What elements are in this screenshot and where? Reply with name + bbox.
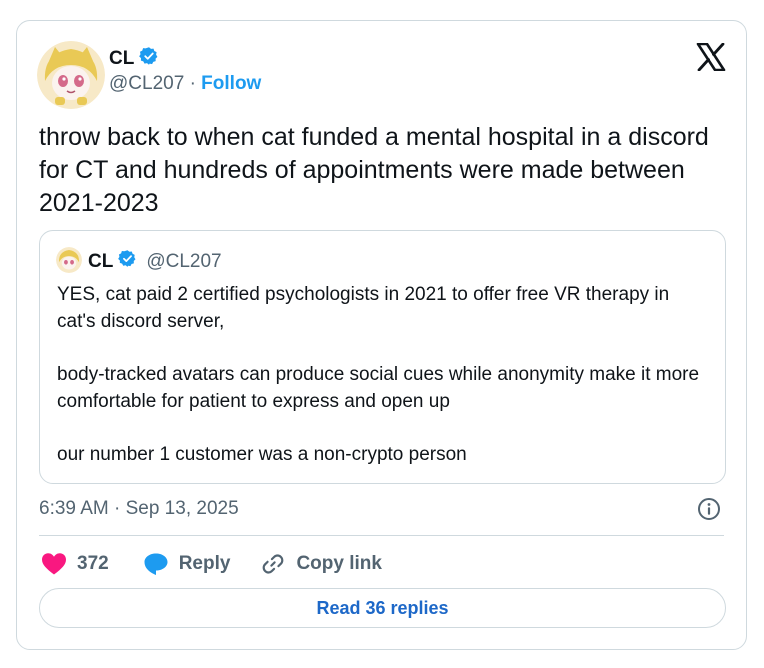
verified-badge-icon <box>139 46 159 71</box>
like-count: 372 <box>77 553 109 574</box>
heart-icon <box>42 553 66 575</box>
divider <box>39 535 724 536</box>
info-icon[interactable] <box>697 497 721 521</box>
quoted-header: CL @CL207 <box>88 249 222 274</box>
author-name[interactable]: CL <box>109 48 134 70</box>
tweet-timestamp[interactable]: 6:39 AM · Sep 13, 2025 <box>39 498 239 520</box>
quoted-paragraph: body-tracked avatars can produce social … <box>57 364 700 412</box>
tweet-embed-card: CL @CL207 · Follow throw back to when ca… <box>16 20 747 650</box>
action-bar: 372 Reply Copy link <box>41 549 382 579</box>
copy-link-label: Copy link <box>296 553 382 574</box>
author-handle[interactable]: @CL207 <box>109 73 184 94</box>
author-avatar[interactable] <box>37 41 105 109</box>
author-handle-row: @CL207 · Follow <box>109 73 261 95</box>
quoted-author-handle: @CL207 <box>146 250 222 272</box>
quoted-tweet[interactable]: CL @CL207 YES, cat paid 2 certified psyc… <box>39 230 726 484</box>
separator: · <box>189 73 196 94</box>
verified-badge-icon <box>118 249 137 274</box>
quoted-author-avatar[interactable] <box>56 247 82 273</box>
read-replies-button[interactable]: Read 36 replies <box>39 588 726 628</box>
quoted-author-name: CL <box>88 250 114 272</box>
quoted-paragraph: YES, cat paid 2 certified psychologists … <box>57 284 670 332</box>
copy-link-button[interactable]: Copy link <box>260 551 382 577</box>
follow-link[interactable]: Follow <box>201 73 261 94</box>
reply-label: Reply <box>178 553 231 574</box>
like-button[interactable]: 372 <box>41 552 109 576</box>
quoted-paragraph: our number 1 customer was a non-crypto p… <box>57 444 467 465</box>
author-name-row: CL <box>109 46 159 71</box>
link-icon <box>263 554 284 574</box>
tweet-text: throw back to when cat funded a mental h… <box>39 123 709 217</box>
x-logo-icon[interactable] <box>696 42 726 72</box>
reply-bubble-icon <box>144 553 168 575</box>
quoted-text: YES, cat paid 2 certified psychologists … <box>57 281 712 468</box>
reply-button[interactable]: Reply <box>143 552 231 576</box>
